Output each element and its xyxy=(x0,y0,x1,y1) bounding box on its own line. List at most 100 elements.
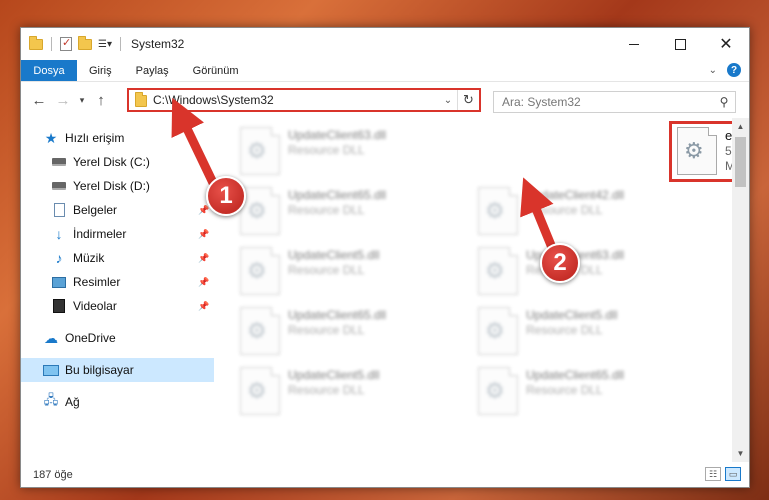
pictures-icon xyxy=(51,274,67,290)
dll-file-icon: ⚙ xyxy=(478,187,518,235)
nav-item-label: Ağ xyxy=(65,395,80,409)
search-input[interactable] xyxy=(502,95,713,109)
search-box[interactable]: ⚲ xyxy=(493,91,736,113)
dll-file-icon: ⚙ xyxy=(478,367,518,415)
file-item[interactable]: ⚙ UpdateClient5.dll Resource DLL xyxy=(472,301,698,361)
drive-icon xyxy=(51,154,67,170)
tab-file[interactable]: Dosya xyxy=(21,60,77,81)
nav-item-local-disk-c[interactable]: Yerel Disk (C:) xyxy=(21,150,214,174)
up-arrow-icon[interactable]: ↑ xyxy=(89,88,113,112)
this-pc-icon xyxy=(43,362,59,378)
large-icons-view-icon[interactable]: ▭ xyxy=(725,467,741,481)
scroll-up-icon[interactable]: ▲ xyxy=(732,118,749,135)
nav-item-label: OneDrive xyxy=(65,331,116,345)
details-view-icon[interactable]: ☷ xyxy=(705,467,721,481)
file-type: Resource DLL xyxy=(288,263,365,277)
file-item[interactable]: ⚙ UpdateClient65.dll Resource DLL xyxy=(234,181,460,241)
scrollbar-thumb[interactable] xyxy=(735,137,746,187)
nav-item-downloads[interactable]: ↓ İndirmeler 📌 xyxy=(21,222,214,246)
nav-item-pictures[interactable]: Resimler 📌 xyxy=(21,270,214,294)
tab-home[interactable]: Giriş xyxy=(77,60,124,81)
navigation-pane: ★ Hızlı erişim Yerel Disk (C:) Yerel Dis… xyxy=(21,118,214,462)
close-button[interactable]: ✕ xyxy=(703,28,749,60)
title-bar: ☰▾ System32 ✕ xyxy=(21,28,749,60)
tab-view[interactable]: Görünüm xyxy=(181,60,251,81)
address-row: ← → ▾ ↑ C:\Windows\System32 ⌄ ↻ ⚲ xyxy=(21,82,749,118)
vertical-scrollbar[interactable]: ▲ ▼ xyxy=(732,118,749,462)
file-name: UpdateClient5.dll xyxy=(288,248,380,262)
expand-ribbon-icon[interactable]: ⌄ xyxy=(709,65,717,76)
nav-item-label: Bu bilgisayar xyxy=(65,363,134,377)
pin-icon[interactable]: 📌 xyxy=(198,229,209,240)
pin-icon[interactable]: 📌 xyxy=(198,277,209,288)
nav-item-this-pc[interactable]: Bu bilgisayar xyxy=(21,358,214,382)
folder-icon xyxy=(29,35,43,50)
file-type: Resource DLL xyxy=(526,383,603,397)
dll-file-icon: ⚙ xyxy=(240,367,280,415)
file-type: Resource DLL xyxy=(288,323,365,337)
drive-icon xyxy=(51,178,67,194)
ribbon-tabs: Dosya Giriş Paylaş Görünüm ⌄ ? xyxy=(21,60,749,82)
file-item[interactable]: ⚙ UpdateClient42.dll Resource DLL xyxy=(472,181,698,241)
pin-icon[interactable]: 📌 xyxy=(198,253,209,264)
nav-item-onedrive[interactable]: ☁ OneDrive xyxy=(21,326,214,350)
file-name: UpdateClient65.dll xyxy=(526,368,625,382)
file-item[interactable]: ⚙ UpdateClient63.dllResource DLL xyxy=(472,241,698,301)
star-icon: ★ xyxy=(44,129,58,146)
file-name: UpdateClient42.dll xyxy=(526,188,625,202)
back-arrow-icon[interactable]: ← xyxy=(27,88,51,112)
file-item[interactable]: ⚙ UpdateClient5.dll Resource DLL xyxy=(234,241,460,301)
help-icon[interactable]: ? xyxy=(727,63,741,77)
nav-item-label: Müzik xyxy=(73,251,105,265)
forward-arrow-icon[interactable]: → xyxy=(51,88,75,112)
nav-item-label: Hızlı erişim xyxy=(65,131,125,145)
refresh-icon[interactable]: ↻ xyxy=(457,90,479,110)
address-bar[interactable]: C:\Windows\System32 ⌄ ↻ xyxy=(127,88,481,112)
nav-item-music[interactable]: ♪ Müzik 📌 xyxy=(21,246,214,270)
properties-icon[interactable] xyxy=(60,36,72,51)
nav-item-label: Yerel Disk (C:) xyxy=(73,155,150,169)
nav-item-videos[interactable]: Videolar 📌 xyxy=(21,294,214,318)
customize-toolbar-icon[interactable]: ☰▾ xyxy=(98,39,112,50)
toolbar-divider xyxy=(119,37,121,51)
explorer-window: ☰▾ System32 ✕ Dosya Giriş Paylaş Görünüm… xyxy=(20,27,750,488)
file-item[interactable]: ⚙ UpdateClient65.dll Resource DLL xyxy=(472,361,698,421)
nav-item-network[interactable]: 🖧 Ağ xyxy=(21,390,214,414)
videos-icon xyxy=(51,298,67,314)
search-icon[interactable]: ⚲ xyxy=(713,95,735,109)
dll-file-icon: ⚙ xyxy=(677,127,717,175)
file-item[interactable]: ⚙ UpdateClient63.dllResource DLL xyxy=(234,121,460,181)
dll-file-icon: ⚙ xyxy=(240,307,280,355)
nav-item-quick-access[interactable]: ★ Hızlı erişim xyxy=(21,126,214,150)
explorer-body: ★ Hızlı erişim Yerel Disk (C:) Yerel Dis… xyxy=(21,118,749,462)
chevron-down-icon[interactable]: ⌄ xyxy=(439,95,457,106)
window-title: System32 xyxy=(130,37,185,51)
music-icon: ♪ xyxy=(55,250,63,266)
file-name: UpdateClient5.dll xyxy=(526,308,618,322)
pin-icon[interactable]: 📌 xyxy=(198,205,209,216)
new-folder-icon[interactable] xyxy=(78,35,92,50)
minimize-button[interactable] xyxy=(611,28,657,60)
recent-locations-icon[interactable]: ▾ xyxy=(75,88,89,112)
tab-share[interactable]: Paylaş xyxy=(124,60,181,81)
nav-item-label: Belgeler xyxy=(73,203,118,217)
pin-icon[interactable]: 📌 xyxy=(198,301,209,312)
file-type: Resource DLL xyxy=(526,323,603,337)
maximize-button[interactable] xyxy=(657,28,703,60)
window-controls: ✕ xyxy=(611,28,749,60)
item-count: 187 öğe xyxy=(33,469,73,481)
file-type: Resource DLL xyxy=(288,383,365,397)
nav-item-documents[interactable]: Belgeler 📌 xyxy=(21,198,214,222)
file-item[interactable]: ⚙ UpdateClient5.dll Resource DLL xyxy=(234,361,460,421)
file-type: Resource DLL xyxy=(288,203,365,217)
file-type: Resource DLL xyxy=(288,143,365,157)
status-bar: 187 öğe ☷ ▭ xyxy=(21,463,749,487)
file-item[interactable]: ⚙ UpdateClient65.dll Resource DLL xyxy=(234,301,460,361)
scroll-down-icon[interactable]: ▼ xyxy=(732,445,749,462)
address-path[interactable]: C:\Windows\System32 xyxy=(153,93,439,107)
downloads-icon: ↓ xyxy=(55,226,63,242)
nav-item-label: Resimler xyxy=(73,275,121,289)
nav-item-local-disk-d[interactable]: Yerel Disk (D:) xyxy=(21,174,214,198)
nav-item-label: Videolar xyxy=(73,299,117,313)
file-name: UpdateClient63.dll xyxy=(288,128,387,142)
